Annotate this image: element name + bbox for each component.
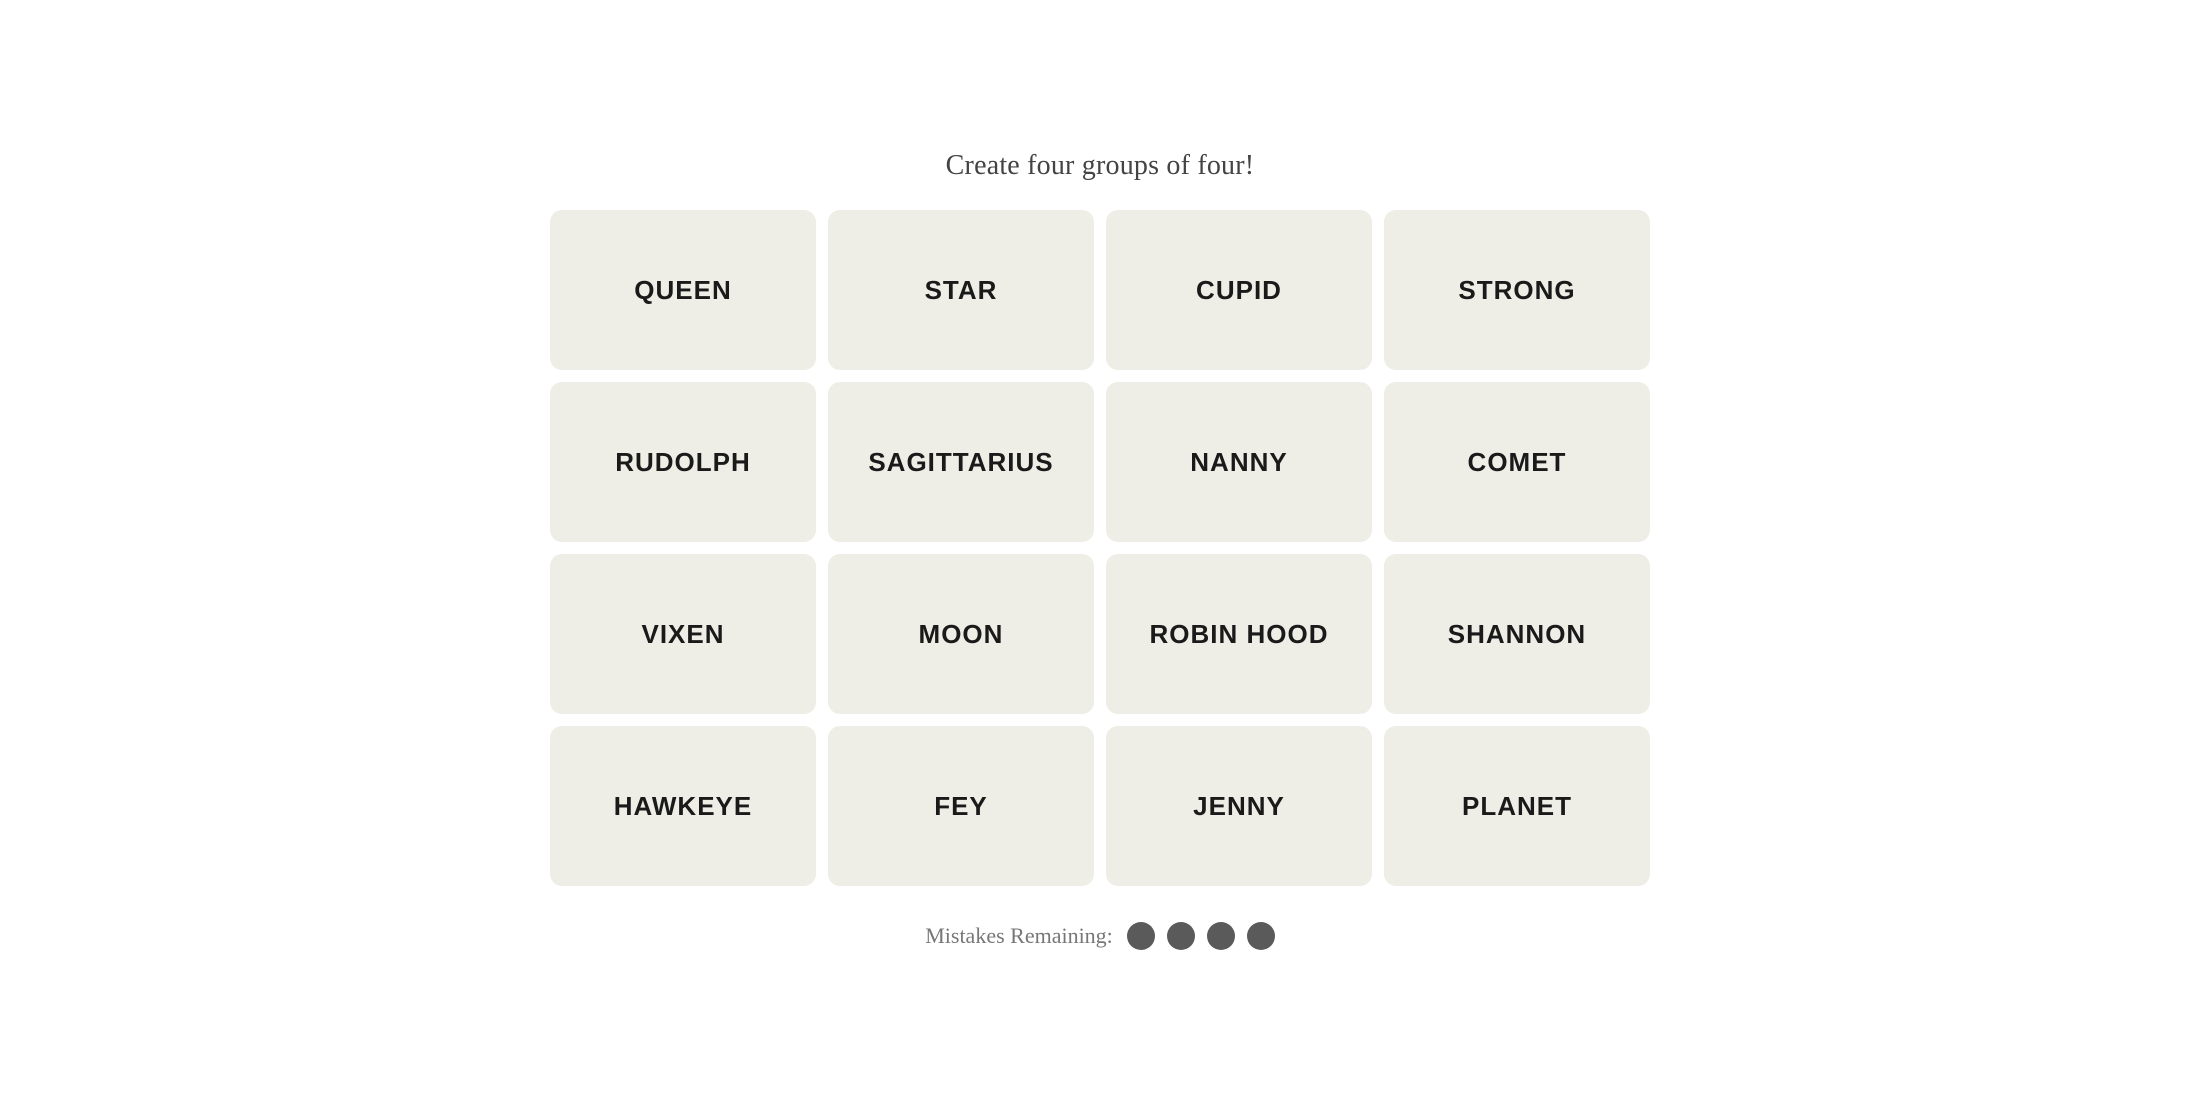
tile-vixen[interactable]: VIXEN [550, 554, 816, 714]
tile-cupid[interactable]: CUPID [1106, 210, 1372, 370]
tile-hawkeye[interactable]: HAWKEYE [550, 726, 816, 886]
tile-rudolph[interactable]: RUDOLPH [550, 382, 816, 542]
mistakes-label: Mistakes Remaining: [925, 923, 1113, 949]
tile-fey[interactable]: FEY [828, 726, 1094, 886]
tile-label-rudolph: RUDOLPH [615, 447, 751, 478]
tile-label-moon: MOON [919, 619, 1004, 650]
tile-label-shannon: SHANNON [1448, 619, 1586, 650]
mistake-dot-2 [1167, 922, 1195, 950]
tile-shannon[interactable]: SHANNON [1384, 554, 1650, 714]
tile-label-fey: FEY [934, 791, 988, 822]
tile-label-sagittarius: SAGITTARIUS [868, 447, 1053, 478]
mistakes-row: Mistakes Remaining: [925, 922, 1275, 950]
tile-label-nanny: NANNY [1190, 447, 1287, 478]
tile-label-jenny: JENNY [1193, 791, 1285, 822]
tile-queen[interactable]: QUEEN [550, 210, 816, 370]
mistake-dot-1 [1127, 922, 1155, 950]
tile-nanny[interactable]: NANNY [1106, 382, 1372, 542]
mistake-dot-3 [1207, 922, 1235, 950]
tile-label-queen: QUEEN [634, 275, 731, 306]
tile-label-comet: COMET [1468, 447, 1567, 478]
tile-label-hawkeye: HAWKEYE [614, 791, 752, 822]
subtitle: Create four groups of four! [946, 150, 1255, 182]
tile-label-strong: STRONG [1458, 275, 1575, 306]
tile-label-vixen: VIXEN [641, 619, 724, 650]
tile-label-cupid: CUPID [1196, 275, 1282, 306]
mistake-dot-4 [1247, 922, 1275, 950]
game-container: Create four groups of four! QUEEN STAR CUP… [550, 150, 1650, 950]
tile-moon[interactable]: MOON [828, 554, 1094, 714]
tile-robin-hood[interactable]: ROBIN HOOD [1106, 554, 1372, 714]
tile-jenny[interactable]: JENNY [1106, 726, 1372, 886]
tile-grid: QUEEN STAR CUPID STRONG RUDOLPH SAGITTARIUS NA… [550, 210, 1650, 886]
tile-label-planet: PLANET [1462, 791, 1572, 822]
tile-star[interactable]: STAR [828, 210, 1094, 370]
tile-strong[interactable]: STRONG [1384, 210, 1650, 370]
tile-label-star: STAR [925, 275, 998, 306]
mistakes-dots [1127, 922, 1275, 950]
tile-sagittarius[interactable]: SAGITTARIUS [828, 382, 1094, 542]
tile-comet[interactable]: COMET [1384, 382, 1650, 542]
tile-label-robin-hood: ROBIN HOOD [1150, 619, 1329, 650]
tile-planet[interactable]: PLANET [1384, 726, 1650, 886]
